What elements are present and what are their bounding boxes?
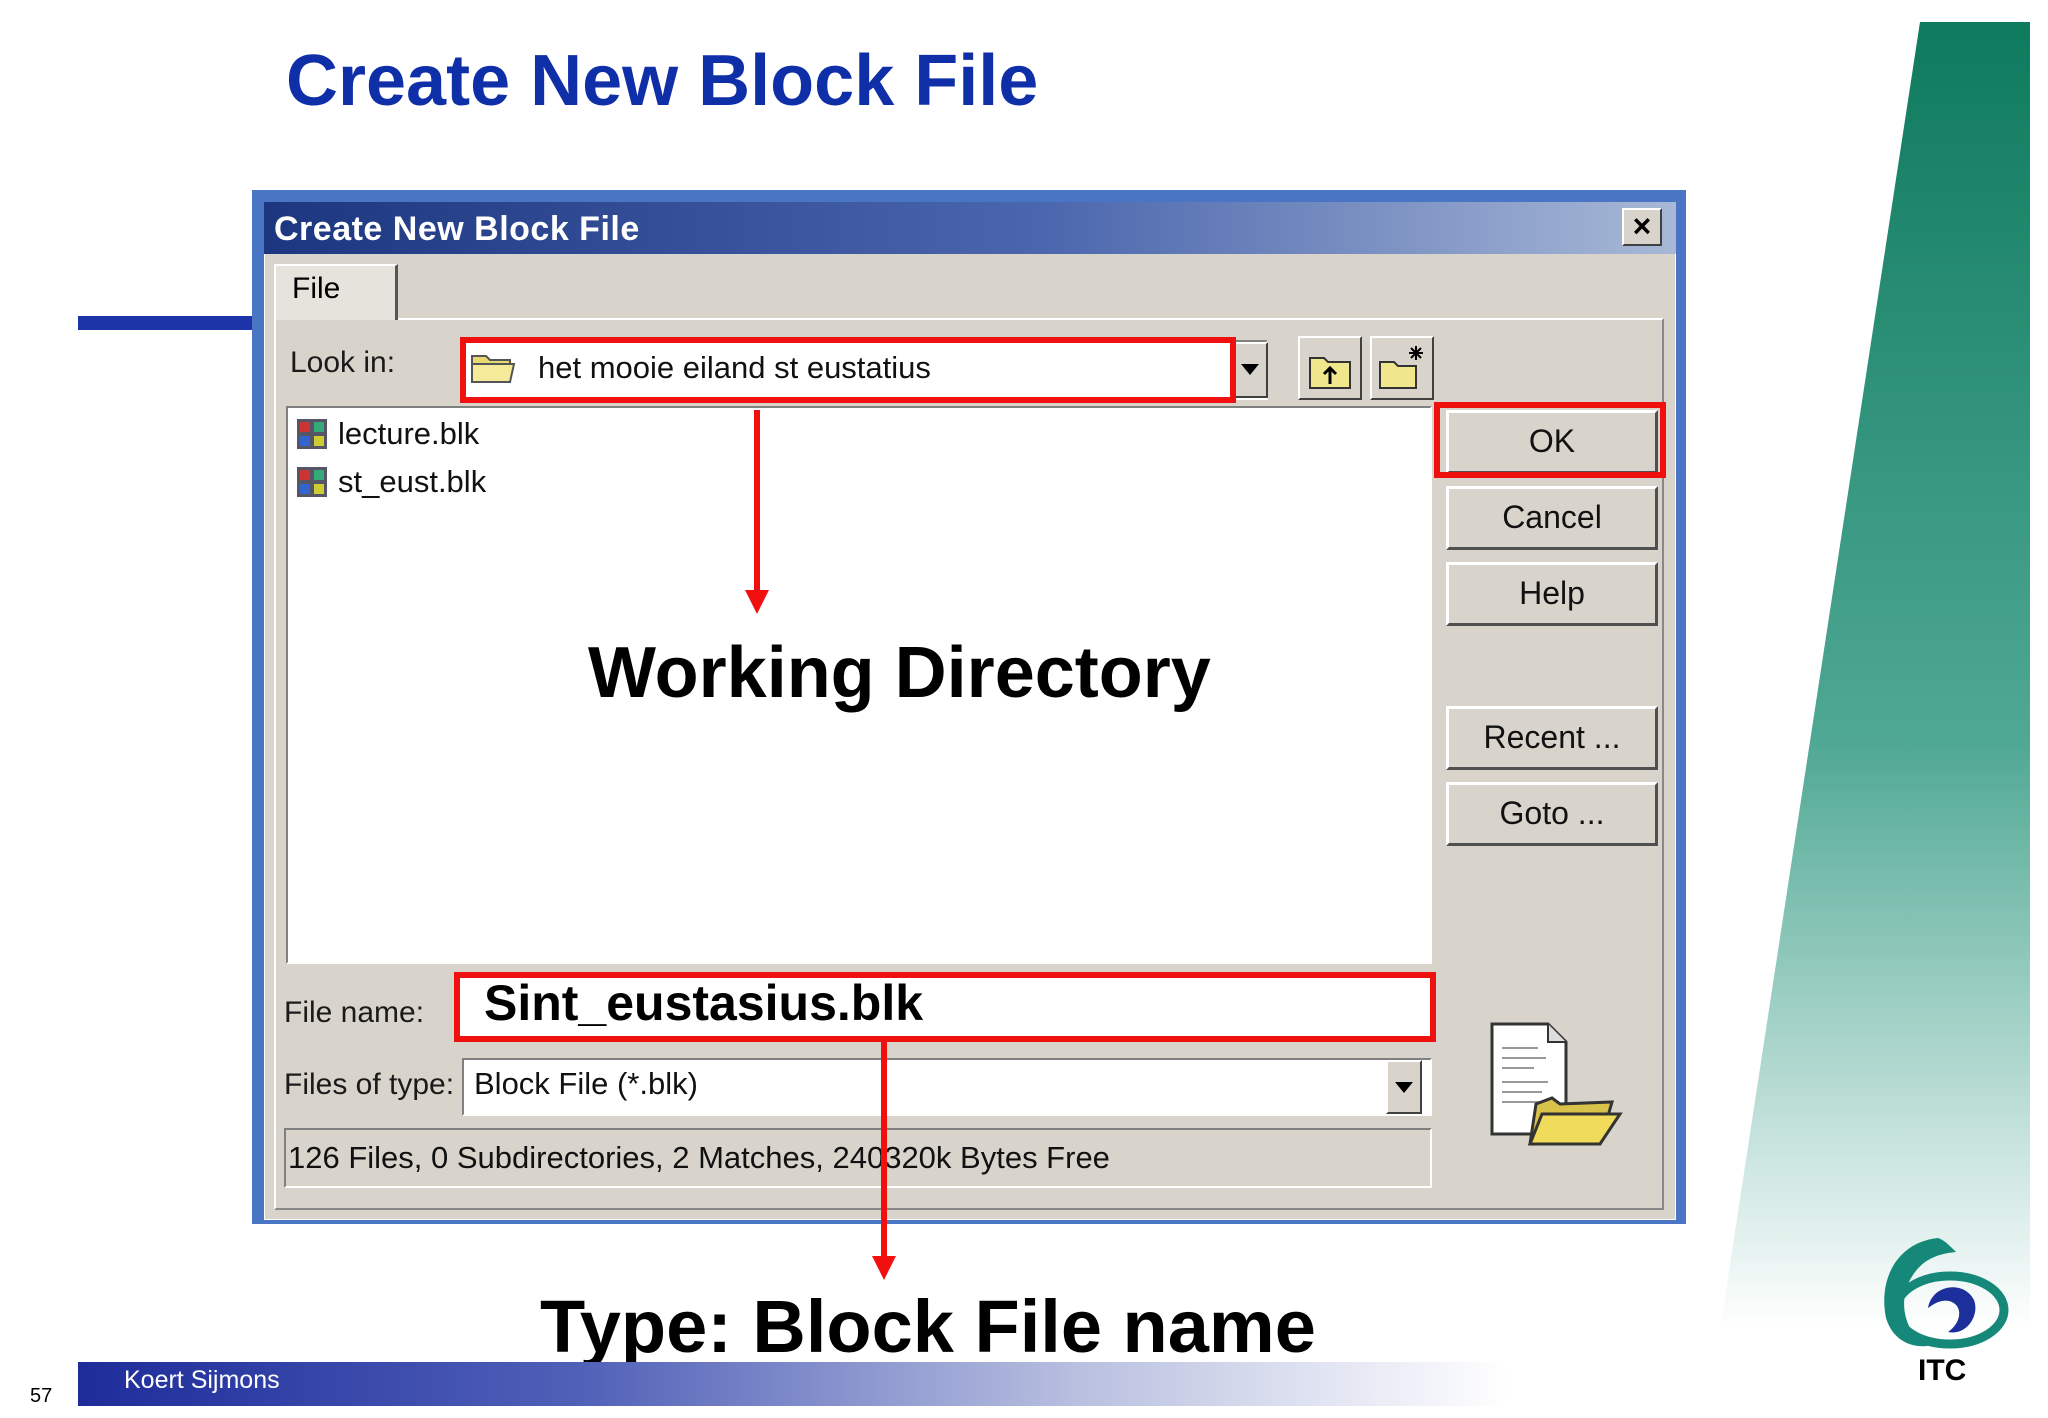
working-directory-annotation: Working Directory: [588, 633, 1211, 713]
footer-bar: [78, 1362, 1508, 1406]
type-filename-annotation: Type: Block File name: [540, 1285, 1316, 1368]
itc-logo: ITC: [1884, 1238, 2009, 1387]
svg-text:ITC: ITC: [1918, 1354, 1966, 1387]
footer-author: Koert Sijmons: [124, 1366, 280, 1394]
page-number: 57: [30, 1385, 53, 1407]
